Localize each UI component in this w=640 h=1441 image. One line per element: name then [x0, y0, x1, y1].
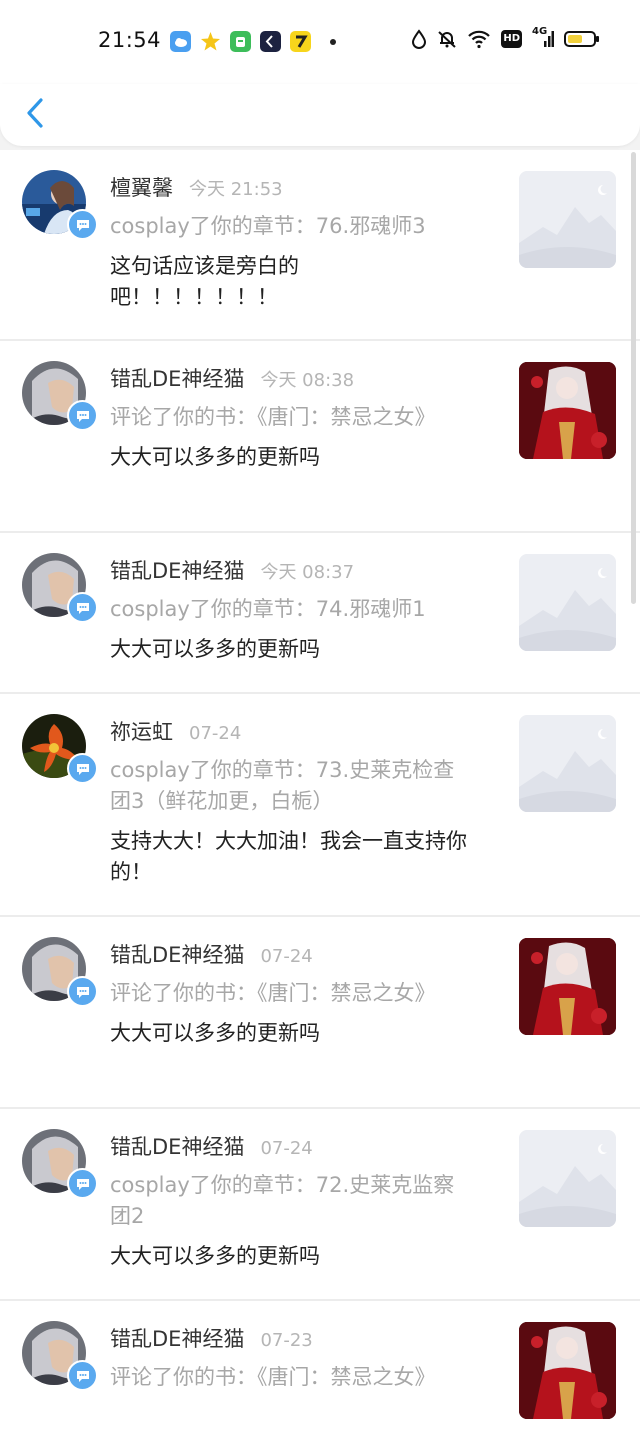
action-text[interactable]: 评论了你的书：《唐门：禁忌之女》 — [110, 402, 460, 433]
yellow-app-icon — [290, 31, 311, 52]
action-text[interactable]: 评论了你的书：《唐门：禁忌之女》 — [110, 1362, 460, 1393]
comment-badge-icon — [67, 976, 98, 1007]
image-placeholder-icon — [519, 171, 616, 268]
notification-app-icons — [170, 31, 336, 52]
user-avatar[interactable] — [22, 714, 98, 784]
notification-item[interactable]: 错乱DE神经猫 07-24 cosplay了你的章节：72.史莱克监察团2 大大… — [0, 1109, 640, 1301]
user-avatar[interactable] — [22, 1321, 98, 1391]
notification-content: 檀翼馨 今天 21:53 cosplay了你的章节：76.邪魂师3 这句话应该是… — [110, 172, 480, 313]
action-text[interactable]: cosplay了你的章节：73.史莱克检查团3（鲜花加更，白栀） — [110, 755, 475, 817]
image-placeholder-icon — [519, 554, 616, 651]
timestamp: 今天 08:38 — [260, 370, 355, 391]
comment-badge-icon — [67, 1360, 98, 1391]
notification-content: 错乱DE神经猫 07-24 cosplay了你的章节：72.史莱克监察团2 大大… — [110, 1131, 480, 1272]
notification-item[interactable]: 错乱DE神经猫 今天 08:38 评论了你的书：《唐门：禁忌之女》 大大可以多多… — [0, 341, 640, 533]
notification-content: 错乱DE神经猫 今天 08:38 评论了你的书：《唐门：禁忌之女》 大大可以多多… — [110, 363, 480, 473]
timestamp: 07-24 — [260, 946, 313, 967]
signal-icon: 4G — [532, 26, 554, 49]
notification-item[interactable]: 错乱DE神经猫 07-23 评论了你的书：《唐门：禁忌之女》 — [0, 1301, 640, 1441]
username[interactable]: 错乱DE神经猫 — [110, 363, 244, 393]
username[interactable]: 错乱DE神经猫 — [110, 1131, 244, 1161]
comment-badge-icon — [67, 400, 98, 431]
timestamp: 今天 08:37 — [260, 562, 355, 583]
image-placeholder-icon — [519, 715, 616, 812]
notification-content: 错乱DE神经猫 07-24 评论了你的书：《唐门：禁忌之女》 大大可以多多的更新… — [110, 939, 480, 1049]
notification-item[interactable]: 祢运虹 07-24 cosplay了你的章节：73.史莱克检查团3（鲜花加更，白… — [0, 694, 640, 917]
chapter-thumbnail[interactable] — [519, 554, 616, 651]
book-cover-image — [519, 1322, 616, 1419]
mute-bell-icon — [438, 31, 457, 48]
water-drop-icon — [412, 29, 427, 49]
user-avatar[interactable] — [22, 361, 98, 431]
action-text[interactable]: 评论了你的书：《唐门：禁忌之女》 — [110, 978, 460, 1009]
book-cover-image — [519, 938, 616, 1035]
message-text: 大大可以多多的更新吗 — [110, 637, 320, 661]
notification-item[interactable]: 错乱DE神经猫 今天 08:37 cosplay了你的章节：74.邪魂师1 大大… — [0, 533, 640, 694]
user-avatar[interactable] — [22, 553, 98, 623]
username[interactable]: 错乱DE神经猫 — [110, 555, 244, 585]
star-app-icon — [200, 31, 221, 52]
message-text: 支持大大！大大加油！我会一直支持你的！ — [110, 829, 467, 884]
hd-icon: HD — [501, 30, 522, 48]
timestamp: 07-23 — [260, 1330, 313, 1351]
action-text[interactable]: cosplay了你的章节：74.邪魂师1 — [110, 594, 480, 625]
username[interactable]: 错乱DE神经猫 — [110, 939, 244, 969]
username[interactable]: 祢运虹 — [110, 716, 173, 746]
user-avatar[interactable] — [22, 937, 98, 1007]
system-icons: HD 4G — [411, 26, 600, 49]
notification-dot — [330, 38, 336, 45]
username[interactable]: 檀翼馨 — [110, 172, 173, 202]
book-cover-thumbnail[interactable] — [519, 362, 616, 459]
notification-content: 错乱DE神经猫 今天 08:37 cosplay了你的章节：74.邪魂师1 大大… — [110, 555, 480, 665]
message-text: 大大可以多多的更新吗 — [110, 445, 320, 469]
chapter-thumbnail[interactable] — [519, 1130, 616, 1227]
timestamp: 07-24 — [260, 1138, 313, 1159]
book-cover-thumbnail[interactable] — [519, 938, 616, 1035]
status-time: 21:54 — [98, 28, 162, 52]
notification-item[interactable]: 错乱DE神经猫 07-24 评论了你的书：《唐门：禁忌之女》 大大可以多多的更新… — [0, 917, 640, 1109]
scrollbar[interactable] — [631, 152, 636, 604]
notification-list: 檀翼馨 今天 21:53 cosplay了你的章节：76.邪魂师3 这句话应该是… — [0, 150, 640, 1441]
comment-badge-icon — [67, 592, 98, 623]
back-button[interactable] — [22, 96, 50, 132]
dark-app-icon — [260, 31, 281, 52]
chapter-thumbnail[interactable] — [519, 715, 616, 812]
chapter-thumbnail[interactable] — [519, 171, 616, 268]
comment-badge-icon — [67, 1168, 98, 1199]
green-app-icon — [230, 31, 251, 52]
timestamp: 今天 21:53 — [189, 179, 283, 200]
message-text: 大大可以多多的更新吗 — [110, 1244, 320, 1268]
comment-badge-icon — [67, 209, 98, 240]
notification-item[interactable]: 檀翼馨 今天 21:53 cosplay了你的章节：76.邪魂师3 这句话应该是… — [0, 150, 640, 341]
timestamp: 07-24 — [189, 723, 242, 744]
user-avatar[interactable] — [22, 1129, 98, 1199]
comment-badge-icon — [67, 753, 98, 784]
message-text: 大大可以多多的更新吗 — [110, 1021, 320, 1045]
nav-bar — [0, 84, 640, 146]
user-avatar[interactable] — [22, 170, 98, 240]
action-text[interactable]: cosplay了你的章节：76.邪魂师3 — [110, 211, 480, 242]
status-bar: 21:54 HD 4G — [0, 0, 640, 84]
weather-icon — [170, 31, 191, 52]
book-cover-image — [519, 362, 616, 459]
notification-content: 错乱DE神经猫 07-23 评论了你的书：《唐门：禁忌之女》 — [110, 1323, 480, 1393]
book-cover-thumbnail[interactable] — [519, 1322, 616, 1419]
action-text[interactable]: cosplay了你的章节：72.史莱克监察团2 — [110, 1170, 475, 1232]
battery-icon — [564, 31, 599, 47]
message-text: 这句话应该是旁白的吧！！！！！！！ — [110, 254, 299, 309]
image-placeholder-icon — [519, 1130, 616, 1227]
chevron-left-icon — [27, 98, 43, 128]
username[interactable]: 错乱DE神经猫 — [110, 1323, 244, 1353]
wifi-icon — [468, 30, 491, 49]
notification-content: 祢运虹 07-24 cosplay了你的章节：73.史莱克检查团3（鲜花加更，白… — [110, 716, 480, 888]
